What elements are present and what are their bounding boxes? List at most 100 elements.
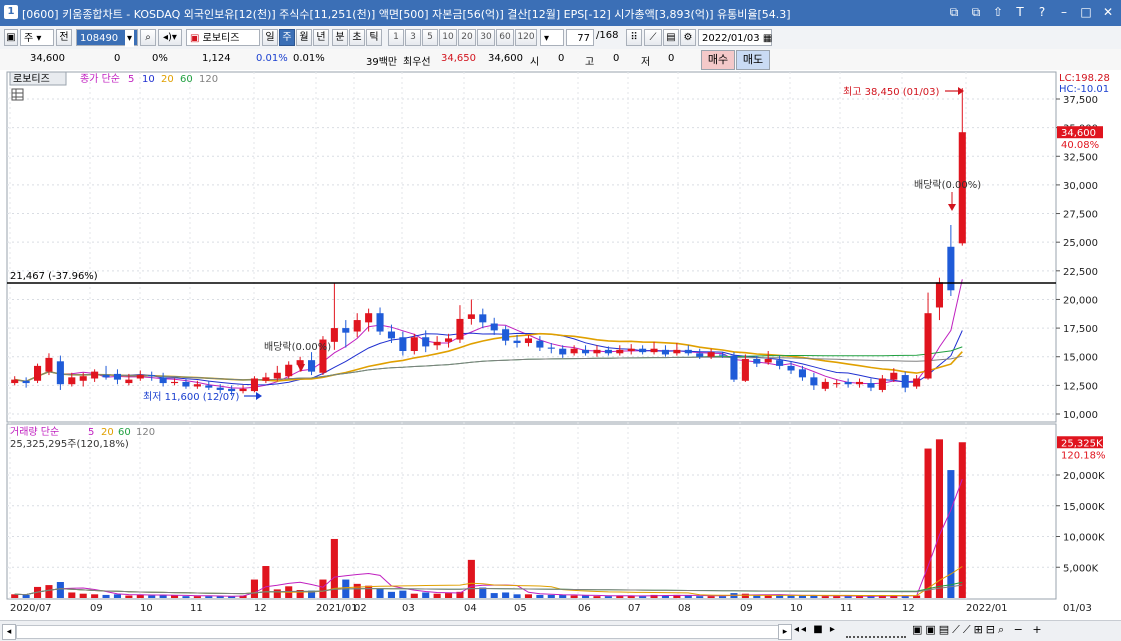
candle-body [570,348,578,354]
interval-120[interactable]: 120 [515,29,537,46]
interval-custom-input[interactable]: ▾ [540,29,564,46]
buy-button[interactable]: 매수 [701,50,735,70]
volume-legend-ma20: 20 [101,427,114,438]
count-input[interactable]: 77 [566,29,594,46]
line-tool-icon[interactable]: ⟋ [644,29,662,46]
horizontal-scrollbar[interactable]: ◂ ▸ ◂◂ ■ ▸ ▣▣▤⟋⟋⊞⊟⌕ − + [0,620,1121,641]
window-controls: ⧉ ⧉ ⇧ T ? – □ ✕ [947,4,1115,20]
volume-bar [696,596,704,598]
maximize-icon[interactable]: □ [1079,4,1093,20]
time-axis-label: 2022/01 [966,603,1008,614]
price-change: 0 [114,53,121,64]
volume-value: 1,124 [202,53,231,64]
grid-icon[interactable]: ⠿ [626,29,642,46]
period-second[interactable]: 초 [349,29,365,46]
scroll-track[interactable] [16,625,780,639]
stock-code-input[interactable]: 108490 ▾ [76,29,138,47]
chart-tools-icons[interactable]: ▣▣▤⟋⟋⊞⊟⌕ − + [912,623,1045,637]
minimize-icon[interactable]: – [1057,4,1071,20]
volume-bar [376,588,384,598]
volume-bar [22,594,30,598]
volume-pct-2: 0.01% [293,53,325,64]
time-axis-label: 2021/01 [316,603,358,614]
volume-bar [924,448,932,598]
zoom-slider[interactable] [846,626,906,638]
price-axis-label: 30,000 [1063,181,1098,192]
candle-body [34,365,42,381]
best-bid: 34,600 [488,53,523,64]
market-select[interactable]: 주 ▾ [20,29,54,46]
candle-body [947,246,955,291]
interval-3[interactable]: 3 [405,29,421,46]
period-month[interactable]: 월 [296,29,312,46]
stock-chart[interactable]: 37,50035,00032,50030,00027,50025,00022,5… [0,70,1121,620]
stock-name-value: 로보티즈 [202,33,240,44]
volume-bar [490,593,498,598]
period-day[interactable]: 일 [262,29,278,46]
interval-5[interactable]: 5 [422,29,438,46]
volume-bar [410,593,418,598]
scroll-right-icon[interactable]: ▸ [778,624,792,640]
restore-layout-icon[interactable]: ⧉ [947,4,961,20]
sell-button[interactable]: 매도 [736,50,770,70]
volume-bar [719,596,727,598]
volume-bar [319,579,327,598]
volume-bar [113,594,121,598]
period-week[interactable]: 주 [279,29,295,46]
interval-60[interactable]: 60 [496,29,514,46]
interval-10[interactable]: 10 [439,29,457,46]
interval-30[interactable]: 30 [477,29,495,46]
candle-body [193,384,201,387]
open-value: 0 [558,53,565,64]
interval-1[interactable]: 1 [388,29,404,46]
time-axis-label: 02 [354,603,367,614]
candle-body [342,328,350,333]
candle-body [79,376,87,381]
candle-body [262,377,270,381]
date-input[interactable]: 2022/01/03 ▦ [698,29,772,46]
candle-body [559,348,567,355]
candle-body [171,381,179,384]
candle-body [901,375,909,388]
candle-body [798,369,806,378]
high-value: 0 [613,53,620,64]
stock-name-field[interactable]: ▣ 로보티즈 [186,29,260,46]
period-minute[interactable]: 분 [332,29,348,46]
dividend-label-1: 배당락(0.00%) [264,341,331,353]
candle-body [22,380,30,384]
price-axis-label: 32,500 [1063,152,1098,163]
price-axis-label: 15,000 [1063,353,1098,364]
font-icon[interactable]: T [1013,4,1027,20]
volume-bar [753,595,761,598]
candle-body [924,313,932,379]
settings-icon[interactable]: ⚙ [680,29,696,46]
pin-icon[interactable]: ⇧ [991,4,1005,20]
playback-controls[interactable]: ◂◂ ■ ▸ [794,624,837,635]
volume-bar [171,595,179,598]
time-axis-label: 2020/07 [10,603,52,614]
volume-bar [205,596,213,598]
search-icon[interactable]: ⌕ [140,29,156,46]
candle-body [410,337,418,351]
sound-icon[interactable]: ◂)▾ [158,29,182,46]
price-legend-ma60: 60 [180,74,193,85]
time-axis-label: 10 [140,603,153,614]
volume-bar [250,579,258,598]
scroll-left-icon[interactable]: ◂ [2,624,16,640]
calendar-icon[interactable]: ▦ [763,33,772,44]
tile-icon[interactable]: ⧉ [969,4,983,20]
period-tick[interactable]: 틱 [366,29,382,46]
time-axis-label: 05 [514,603,527,614]
period-year[interactable]: 년 [313,29,329,46]
chart-type-icon[interactable]: ▣ [4,29,18,46]
prev-button[interactable]: 전 [56,29,72,46]
table-icon[interactable] [11,88,24,101]
close-icon[interactable]: ✕ [1101,4,1115,20]
stock-code-value: 108490 [80,33,119,44]
help-icon[interactable]: ? [1035,4,1049,20]
interval-20[interactable]: 20 [458,29,476,46]
price-legend-ma120: 120 [199,74,218,85]
price-axis-label: 25,000 [1063,238,1098,249]
volume-bar [136,594,144,598]
save-icon[interactable]: ▤ [663,29,679,46]
